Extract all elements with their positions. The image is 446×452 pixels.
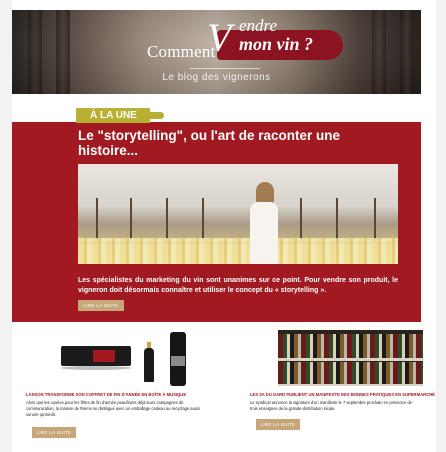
woman-figure	[248, 182, 280, 264]
vine-stem	[336, 198, 338, 242]
article-card-excerpt: Le syndicat annonce la signature d'un ma…	[250, 400, 412, 411]
tall-bottle-label	[171, 356, 185, 366]
gift-box-shadow	[61, 366, 131, 370]
featured-article-image[interactable]	[78, 164, 398, 264]
vine-stem	[300, 198, 302, 242]
gift-box-image[interactable]	[61, 346, 131, 366]
card-read-more-button[interactable]: LIRE LA SUITE	[256, 419, 300, 430]
shelf-bottles	[278, 362, 423, 386]
vine-stem	[96, 198, 98, 242]
card-read-more-button[interactable]: LIRE LA SUITE	[32, 427, 76, 438]
site-header: Comment V endre mon vin ? Le blog des vi…	[12, 10, 421, 94]
article-card-title[interactable]: LANSON TRANSFORME SON COFFRET DE FIN D'A…	[26, 392, 186, 398]
shelf-bottles	[278, 334, 423, 358]
article-card-title[interactable]: LES 3A DU GARD PUBLIENT UN MANIFESTE DES…	[250, 392, 435, 398]
site-logo[interactable]: Comment V endre mon vin ?	[147, 15, 347, 68]
left-gutter	[0, 0, 12, 452]
article-card: LANSON TRANSFORME SON COFFRET DE FIN D'A…	[26, 330, 219, 452]
section-label-tip	[150, 112, 164, 119]
flower-field	[78, 238, 398, 264]
gift-box-label	[93, 350, 115, 362]
shelf-rail	[278, 384, 423, 386]
vine-stem	[130, 198, 132, 242]
logo-letter-v: V	[207, 15, 232, 60]
logo-word-comment: Comment	[147, 42, 216, 61]
section-label-a-la-une: À LA UNE	[76, 108, 150, 123]
right-gutter	[436, 0, 446, 452]
article-card: LES 3A DU GARD PUBLIENT UN MANIFESTE DES…	[250, 330, 435, 452]
vine-stem	[166, 198, 168, 242]
vine-stem	[202, 198, 204, 242]
featured-article-title[interactable]: Le "storytelling", ou l'art de raconter …	[78, 128, 378, 158]
vine-stem	[374, 198, 376, 242]
site-tagline: Le blog des vignerons	[162, 72, 271, 83]
small-bottle-image	[144, 348, 154, 382]
article-card-excerpt: Alors que les cuvées pour les fêtes de f…	[26, 400, 200, 417]
woman-dress	[250, 202, 278, 264]
tagline-divider	[190, 68, 260, 69]
logo-word-mon-vin: mon vin ?	[239, 34, 314, 54]
featured-article-excerpt: Les spécialistes du marketing du vin son…	[78, 277, 398, 294]
supermarket-shelves-image[interactable]	[278, 330, 423, 386]
shelf-rail	[278, 358, 423, 361]
featured-read-more-button[interactable]: LIRE LA SUITE	[78, 300, 124, 311]
logo-word-vendre: endre	[239, 16, 278, 35]
